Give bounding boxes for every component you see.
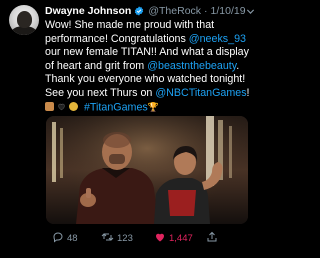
tweet-text-line: performance! Congratulations @neeks_93: [45, 33, 255, 47]
author-handle[interactable]: @TheRock: [148, 5, 201, 17]
tweet-text-segment: See you next Thurs on: [45, 86, 156, 99]
tweet-header: Dwayne Johnson @TheRock · 1/10/19: [45, 4, 255, 18]
retweet-count: 123: [117, 232, 133, 244]
header-separator: ·: [204, 5, 208, 17]
trophy-icon: 🏆: [147, 101, 159, 112]
flexed-biceps-icon: [45, 102, 54, 112]
author-name[interactable]: Dwayne Johnson: [45, 5, 131, 17]
mention-link[interactable]: @neeks_93: [189, 33, 246, 45]
tweet-text-line: of heart and grit from @beastnthebeauty.: [45, 60, 255, 74]
tweet-text-segment: of heart and grit from: [45, 59, 148, 72]
tweet-text-line: #TitanGames🏆: [45, 101, 255, 115]
tweet-text-line: Wow! She made me proud with that: [45, 19, 255, 33]
mention-link[interactable]: @beastnthebeauty: [147, 60, 236, 72]
tweet-text-line: Thank you everyone who watched tonight!: [45, 73, 255, 87]
chevron-down-icon[interactable]: [246, 7, 255, 16]
avatar-head: [17, 11, 32, 28]
heart-icon: [154, 231, 166, 246]
share-action[interactable]: [206, 231, 218, 245]
reply-action[interactable]: 48: [52, 231, 78, 245]
tweet-text-line: See you next Thurs on @NBCTitanGames!: [45, 87, 255, 101]
tweet-text-segment: !: [246, 86, 250, 99]
tweet-text-segment: .: [236, 59, 240, 72]
hashtag-link[interactable]: #TitanGames: [84, 101, 148, 113]
like-count: 1,447: [169, 232, 193, 244]
tweet-text-segment: our new female TITAN!! And what a displa…: [45, 46, 249, 59]
reply-count: 48: [67, 232, 78, 244]
medal-icon: [69, 102, 78, 112]
retweet-action[interactable]: 123: [101, 231, 133, 245]
retweet-icon: [101, 231, 114, 246]
tweet-text: Wow! She made me proud with that performa…: [45, 19, 255, 115]
tweet-text-segment: Thank you everyone who watched tonight!: [45, 73, 246, 86]
avatar[interactable]: [9, 5, 39, 35]
tweet-date[interactable]: 1/10/19: [211, 5, 246, 17]
verified-badge-icon: [134, 6, 144, 16]
tweet-photo[interactable]: [46, 116, 248, 224]
black-heart-icon: [57, 102, 66, 111]
like-action[interactable]: 1,447: [154, 231, 193, 245]
mention-link[interactable]: @NBCTitanGames: [155, 87, 246, 99]
tweet-text-segment: performance! Congratulations: [45, 32, 189, 45]
tweet-actions: 48 123 1,447: [46, 231, 251, 245]
tweet-text-segment: Wow! She made me proud with that: [45, 19, 215, 31]
reply-icon: [52, 231, 64, 246]
tweet-text-line: our new female TITAN!! And what a displa…: [45, 46, 255, 60]
share-icon: [206, 231, 218, 246]
tweet[interactable]: Dwayne Johnson @TheRock · 1/10/19 Wow! S…: [0, 0, 258, 258]
